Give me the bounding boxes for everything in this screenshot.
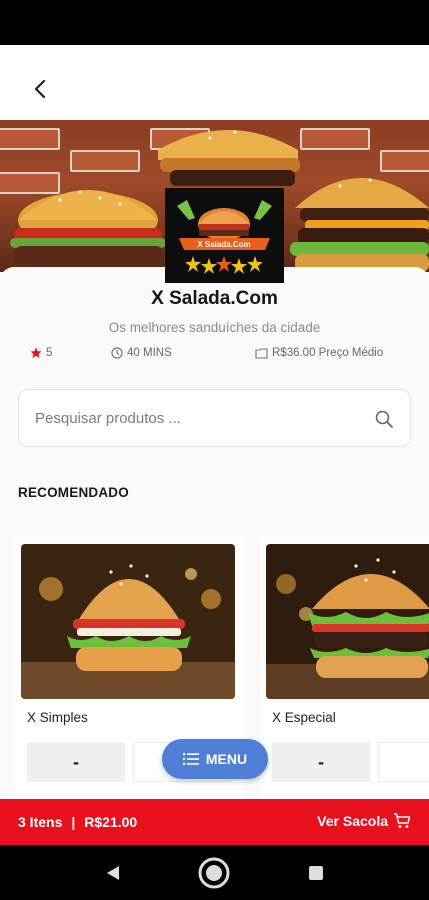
system-nav-bar: [0, 845, 429, 900]
view-bag-button[interactable]: Ver Sacola: [317, 812, 411, 829]
nav-home-icon: [198, 857, 230, 889]
cart-summary: 3 Itens | R$21.00: [18, 814, 137, 830]
product-name: X Simples: [27, 710, 88, 725]
store-screen: X Salada.Com X Salada.Com Os melhores sa…: [0, 45, 429, 845]
back-button[interactable]: [22, 73, 58, 105]
rating-value: 5: [46, 347, 53, 359]
menu-list-icon: [182, 753, 199, 765]
delivery-time-value: 40 MINS: [127, 347, 172, 359]
decrement-button[interactable]: -: [272, 742, 370, 782]
store-description: Os melhores sanduíches da cidade: [108, 320, 321, 335]
cart-bar[interactable]: 3 Itens | R$21.00 Ver Sacola: [0, 799, 429, 845]
nav-home-button[interactable]: [196, 855, 232, 891]
product-name: X Especial: [272, 710, 336, 725]
product-image: [21, 544, 235, 699]
top-app-bar: [0, 45, 429, 120]
menu-button-label: MENU: [205, 751, 248, 767]
store-name: X Salada.Com: [151, 288, 278, 309]
avg-price: R$36.00 Preço Médio: [255, 347, 383, 359]
status-bar: [0, 0, 429, 45]
view-bag-label: Ver Sacola: [317, 812, 388, 829]
nav-recents-button[interactable]: [298, 855, 334, 891]
delivery-time: 40 MINS: [111, 347, 172, 359]
product-card[interactable]: X Especial -: [260, 537, 429, 807]
product-image: [266, 544, 429, 699]
nav-back-button[interactable]: [95, 855, 131, 891]
decrement-button[interactable]: -: [27, 742, 125, 782]
menu-button[interactable]: MENU: [162, 739, 268, 779]
clock-icon: [111, 347, 123, 359]
back-arrow-icon: [34, 79, 46, 99]
store-logo: X Salada.Com: [165, 188, 284, 283]
section-title-recommended: RECOMENDADO: [18, 485, 129, 500]
cart-item-count: 3 Itens: [18, 814, 63, 830]
increment-button[interactable]: [378, 742, 429, 782]
cart-total: R$21.00: [84, 814, 138, 830]
nav-back-icon: [107, 866, 119, 880]
cart-separator: |: [71, 814, 76, 830]
search-icon[interactable]: [374, 409, 394, 429]
rating: 5: [30, 347, 52, 359]
tag-icon: [255, 347, 268, 359]
bag-icon: [394, 813, 411, 828]
avg-price-value: R$36.00 Preço Médio: [272, 347, 384, 359]
search-input[interactable]: [35, 390, 365, 446]
logo-text: X Salada.Com: [197, 240, 250, 249]
star-icon: [30, 347, 42, 358]
nav-recents-icon: [309, 866, 323, 880]
search-box: [18, 389, 411, 447]
